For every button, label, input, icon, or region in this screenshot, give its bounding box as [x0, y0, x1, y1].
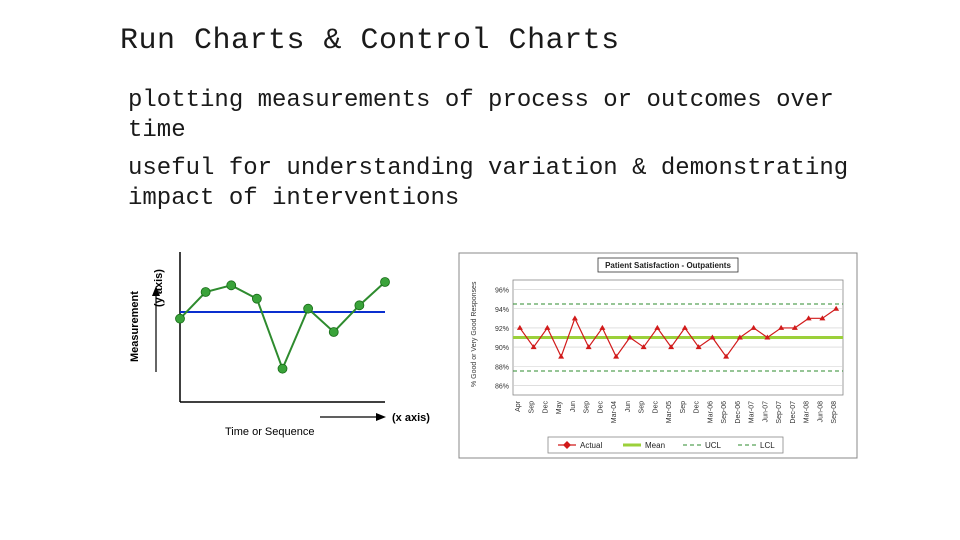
svg-text:Sep: Sep: [529, 401, 536, 414]
run-chart-points: [176, 278, 390, 374]
control-chart-legend: Actual Mean UCL LCL: [548, 437, 783, 453]
x-arrow-head: [376, 413, 386, 421]
run-chart-point: [176, 314, 185, 323]
control-chart: Patient Satisfaction - Outpatients 86% 88…: [458, 252, 858, 462]
svg-text:Mar-04: Mar-04: [611, 401, 618, 423]
svg-text:Sep: Sep: [639, 401, 646, 414]
svg-text:96%: 96%: [495, 288, 509, 295]
legend-ucl: UCL: [705, 441, 722, 450]
svg-text:Apr: Apr: [515, 400, 522, 412]
control-chart-ylabel: % Good or Very Good Responses: [471, 281, 478, 387]
run-chart-ylabel: Measurement: [129, 291, 141, 362]
control-chart-title: Patient Satisfaction - Outpatients: [605, 261, 731, 270]
page-title: Run Charts & Control Charts: [120, 24, 920, 58]
slide: Run Charts & Control Charts plotting mea…: [0, 0, 960, 540]
control-chart-xticks: Apr Sep Dec May Jun Sep Dec Mar-04 Jun Sep Dec Mar-…: [515, 400, 838, 423]
run-chart-xlabel: Time or Sequence: [225, 426, 314, 438]
run-chart-ylabel-note: (y axis): [153, 269, 165, 307]
body-line-1: plotting measurements of process or outc…: [120, 86, 920, 146]
svg-text:Jun-07: Jun-07: [762, 401, 769, 423]
svg-text:Dec: Dec: [597, 401, 604, 414]
svg-text:Dec: Dec: [652, 401, 659, 414]
legend-lcl: LCL: [760, 441, 775, 450]
run-chart-point: [304, 304, 313, 313]
control-chart-plot: 86% 88% 90% 92% 94% 96% Apr Sep Dec May Jun Sep Dec…: [495, 280, 843, 424]
run-chart-point: [201, 288, 210, 297]
svg-text:Mar-08: Mar-08: [804, 401, 811, 423]
run-chart-point: [278, 364, 287, 373]
svg-text:92%: 92%: [495, 326, 509, 333]
svg-text:Mar-06: Mar-06: [707, 401, 714, 423]
run-chart-point: [329, 328, 338, 337]
svg-text:Dec: Dec: [542, 401, 549, 414]
run-chart-line: [180, 282, 385, 369]
svg-text:Dec-07: Dec-07: [790, 401, 797, 424]
svg-text:90%: 90%: [495, 345, 509, 352]
svg-text:May: May: [556, 401, 563, 415]
svg-text:Jun: Jun: [625, 401, 632, 412]
svg-text:94%: 94%: [495, 307, 509, 314]
svg-text:Jun: Jun: [570, 401, 577, 412]
svg-text:88%: 88%: [495, 364, 509, 371]
legend-mean: Mean: [645, 441, 665, 450]
control-chart-svg: Patient Satisfaction - Outpatients 86% 88…: [458, 252, 858, 462]
run-chart-point: [381, 278, 390, 287]
svg-text:Mar-05: Mar-05: [666, 401, 673, 423]
svg-text:Sep: Sep: [680, 401, 687, 414]
svg-text:Sep-07: Sep-07: [776, 401, 783, 424]
svg-text:Dec-06: Dec-06: [735, 401, 742, 424]
svg-text:Dec: Dec: [694, 401, 701, 414]
svg-text:Sep: Sep: [584, 401, 591, 414]
body-line-2: useful for understanding variation & dem…: [120, 154, 920, 214]
svg-text:Jun-08: Jun-08: [817, 401, 824, 423]
run-chart: Measurement (y axis) Ti: [120, 222, 430, 447]
svg-text:Sep-08: Sep-08: [831, 401, 838, 424]
run-chart-point: [227, 281, 236, 290]
svg-text:Mar-07: Mar-07: [749, 401, 756, 423]
run-chart-point: [252, 294, 261, 303]
svg-text:Sep-06: Sep-06: [721, 401, 728, 424]
run-chart-axes: [180, 252, 385, 402]
run-chart-xlabel-note: (x axis): [392, 412, 430, 424]
run-chart-point: [355, 301, 364, 310]
run-chart-svg: Measurement (y axis) Ti: [120, 222, 430, 447]
legend-actual: Actual: [580, 441, 602, 450]
charts-row: Measurement (y axis) Ti: [120, 222, 920, 462]
svg-text:86%: 86%: [495, 383, 509, 390]
